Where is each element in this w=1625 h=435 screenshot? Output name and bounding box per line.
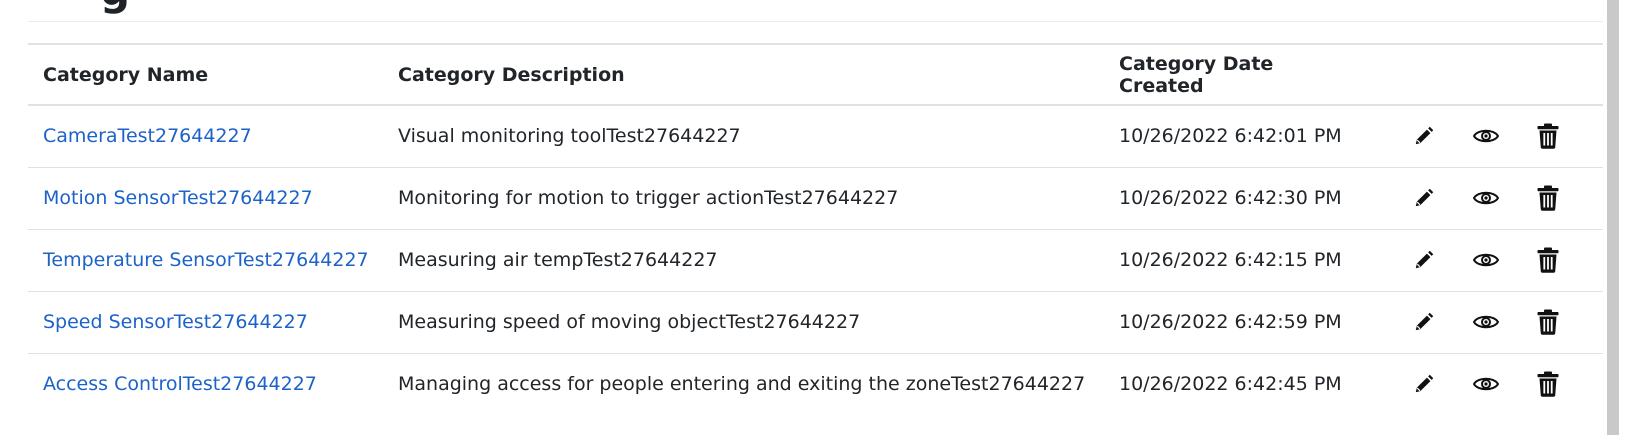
row-actions (1379, 304, 1603, 340)
category-table: Category Name Category Description Categ… (28, 43, 1603, 415)
category-description: Visual monitoring toolTest27644227 (383, 105, 1104, 168)
page-title-clipped: g (28, 0, 1603, 22)
delete-icon[interactable] (1517, 242, 1579, 278)
delete-icon[interactable] (1517, 118, 1579, 154)
table-row: CameraTest27644227 Visual monitoring too… (28, 105, 1603, 168)
table-row: Speed SensorTest27644227 Measuring speed… (28, 291, 1603, 354)
edit-icon[interactable] (1393, 118, 1455, 154)
category-date-created: 10/26/2022 6:42:15 PM (1104, 229, 1364, 292)
category-description: Monitoring for motion to trigger actionT… (383, 167, 1104, 230)
table-header-row: Category Name Category Description Categ… (28, 44, 1603, 106)
edit-icon[interactable] (1393, 242, 1455, 278)
column-header-actions (1364, 44, 1603, 106)
view-icon[interactable] (1455, 304, 1517, 340)
edit-icon[interactable] (1393, 304, 1455, 340)
category-date-created: 10/26/2022 6:42:01 PM (1104, 105, 1364, 168)
page-title-fragment: g (100, 0, 130, 15)
row-actions (1379, 180, 1603, 216)
table-row: Motion SensorTest27644227 Monitoring for… (28, 167, 1603, 230)
category-description: Managing access for people entering and … (398, 373, 1086, 396)
table-row: Temperature SensorTest27644227 Measuring… (28, 229, 1603, 292)
view-icon[interactable] (1455, 366, 1517, 402)
page: g Category Name Category Description Cat… (0, 0, 1625, 435)
category-description: Measuring air tempTest27644227 (383, 229, 1104, 292)
category-name-link[interactable]: Speed SensorTest27644227 (43, 311, 308, 333)
delete-icon[interactable] (1517, 304, 1579, 340)
category-name-link[interactable]: Temperature SensorTest27644227 (43, 249, 369, 271)
scrollbar-thumb[interactable] (1607, 0, 1619, 435)
category-name-link[interactable]: Access ControlTest27644227 (43, 373, 317, 395)
delete-icon[interactable] (1517, 180, 1579, 216)
edit-icon[interactable] (1393, 366, 1455, 402)
category-date-created: 10/26/2022 6:42:45 PM (1119, 373, 1342, 396)
vertical-scrollbar[interactable] (1603, 0, 1625, 435)
row-actions (1379, 118, 1603, 154)
category-name-link[interactable]: Motion SensorTest27644227 (43, 187, 313, 209)
category-date-created: 10/26/2022 6:42:59 PM (1104, 291, 1364, 354)
category-date-created: 10/26/2022 6:42:30 PM (1104, 167, 1364, 230)
table-row: Access ControlTest27644227 Managing acce… (28, 353, 1603, 415)
column-header-category-date-created: Category Date Created (1104, 44, 1364, 106)
edit-icon[interactable] (1393, 180, 1455, 216)
category-description: Measuring speed of moving objectTest2764… (383, 291, 1104, 354)
delete-icon[interactable] (1517, 366, 1579, 402)
row-actions (1379, 366, 1603, 402)
view-icon[interactable] (1455, 242, 1517, 278)
column-header-category-name: Category Name (28, 44, 383, 106)
category-name-link[interactable]: CameraTest27644227 (43, 125, 252, 147)
column-header-category-description: Category Description (383, 44, 1104, 106)
row-actions (1379, 242, 1603, 278)
view-icon[interactable] (1455, 118, 1517, 154)
view-icon[interactable] (1455, 180, 1517, 216)
